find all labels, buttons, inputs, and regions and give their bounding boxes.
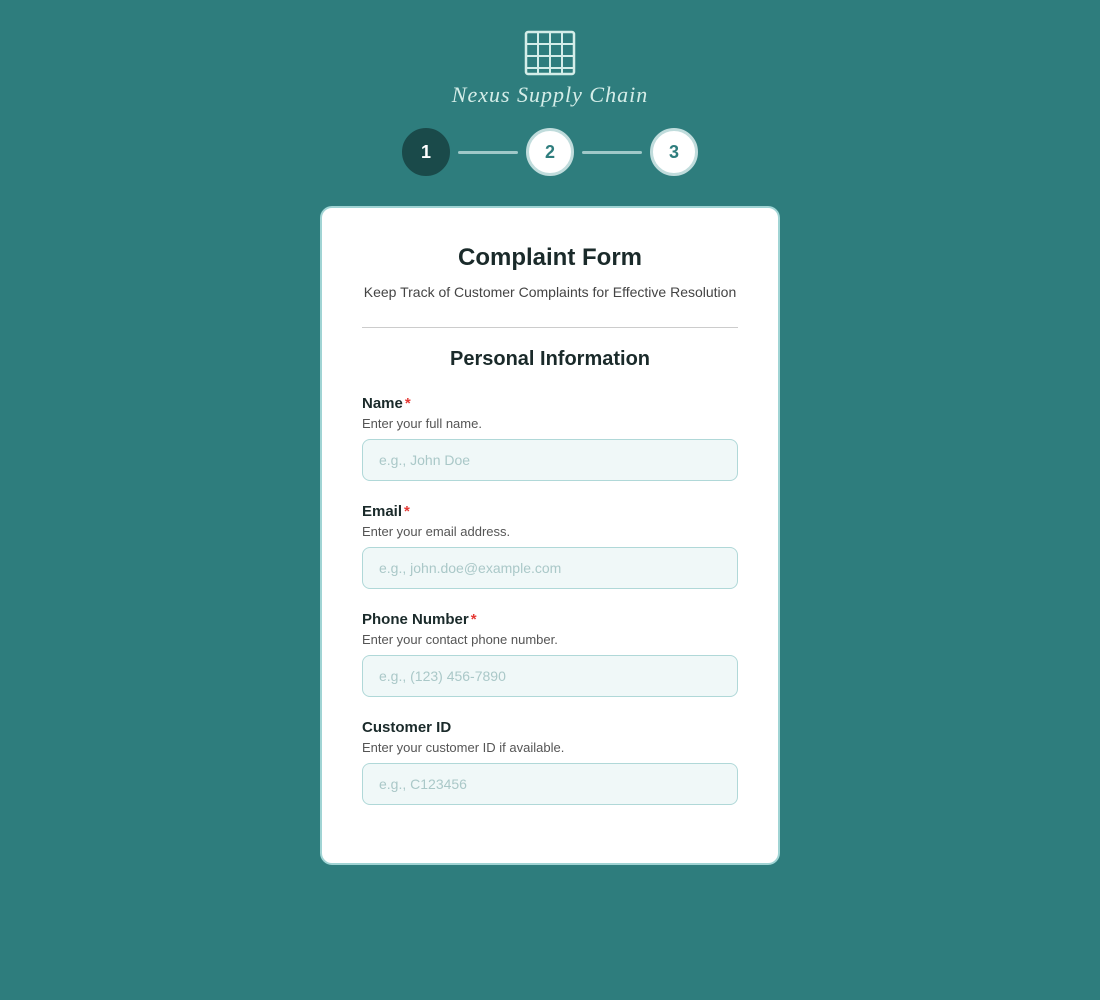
grid-icon — [524, 30, 576, 76]
form-title: Complaint Form — [362, 244, 738, 272]
form-subtitle: Keep Track of Customer Complaints for Ef… — [362, 282, 738, 303]
email-hint: Enter your email address. — [362, 524, 738, 539]
phone-required-star: * — [471, 611, 477, 628]
connector-2-3 — [582, 151, 642, 154]
email-input[interactable] — [362, 547, 738, 589]
section-title: Personal Information — [362, 348, 738, 371]
name-input[interactable] — [362, 439, 738, 481]
email-field: Email* Enter your email address. — [362, 503, 738, 589]
email-required-star: * — [404, 503, 410, 520]
brand-name: Nexus Supply Chain — [452, 82, 648, 108]
name-hint: Enter your full name. — [362, 416, 738, 431]
phone-label: Phone Number* — [362, 611, 738, 628]
connector-1-2 — [458, 151, 518, 154]
customer-id-label: Customer ID — [362, 719, 738, 736]
customer-id-hint: Enter your customer ID if available. — [362, 740, 738, 755]
form-card: Complaint Form Keep Track of Customer Co… — [320, 206, 780, 865]
name-field: Name* Enter your full name. — [362, 395, 738, 481]
form-header: Complaint Form Keep Track of Customer Co… — [362, 244, 738, 303]
phone-field: Phone Number* Enter your contact phone n… — [362, 611, 738, 697]
step-1[interactable]: 1 — [402, 128, 450, 176]
header-divider — [362, 327, 738, 328]
name-label: Name* — [362, 395, 738, 412]
customer-id-input[interactable] — [362, 763, 738, 805]
logo-section: Nexus Supply Chain — [452, 30, 648, 108]
stepper: 1 2 3 — [402, 128, 698, 176]
step-2[interactable]: 2 — [526, 128, 574, 176]
phone-input[interactable] — [362, 655, 738, 697]
email-label: Email* — [362, 503, 738, 520]
name-required-star: * — [405, 395, 411, 412]
step-3[interactable]: 3 — [650, 128, 698, 176]
phone-hint: Enter your contact phone number. — [362, 632, 738, 647]
customer-id-field: Customer ID Enter your customer ID if av… — [362, 719, 738, 805]
